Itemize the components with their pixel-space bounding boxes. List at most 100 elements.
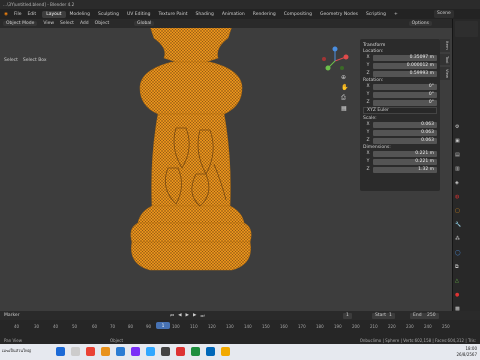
rotation-mode-dropdown[interactable]: XYZ Euler bbox=[363, 107, 437, 114]
outliner-area[interactable] bbox=[455, 21, 478, 37]
start-frame-field[interactable]: 1 bbox=[386, 312, 395, 319]
menu-edit[interactable]: Edit bbox=[27, 12, 36, 17]
dimensions-x-row[interactable]: X 0.221 m bbox=[363, 150, 437, 157]
modifier-props-icon[interactable]: 🔧 bbox=[455, 222, 461, 228]
scene-selector[interactable]: Scene bbox=[434, 10, 454, 18]
scale-z-row[interactable]: Z 0.063 bbox=[363, 137, 437, 144]
blender-icon[interactable] bbox=[101, 347, 110, 356]
tab-item[interactable]: Item bbox=[440, 39, 450, 52]
sheets-icon[interactable] bbox=[191, 347, 200, 356]
play-icon[interactable]: ▶ bbox=[186, 313, 189, 319]
zoom-icon[interactable]: ⊕ bbox=[341, 74, 348, 81]
taskbar-apps bbox=[50, 347, 230, 356]
transform-header[interactable]: Transform bbox=[363, 43, 437, 48]
select-tool[interactable]: Select bbox=[4, 58, 18, 63]
menu-object[interactable]: Object bbox=[95, 21, 110, 26]
menu-select[interactable]: Select bbox=[60, 21, 74, 26]
options-dropdown[interactable]: Options bbox=[408, 21, 432, 26]
menu-view[interactable]: View bbox=[43, 21, 54, 26]
dimensions-z-row[interactable]: Z 1.32 m bbox=[363, 166, 437, 173]
search-icon[interactable] bbox=[71, 347, 80, 356]
outliner-properties-panel[interactable]: ⚙ ▣ ▤ ▥ ◈ ◍ ▢ 🔧 ⁂ ◯ ⧉ △ ● ▩ bbox=[452, 19, 480, 312]
current-frame-field[interactable]: 1 bbox=[343, 312, 352, 319]
properties-tabs: ⚙ ▣ ▤ ▥ ◈ ◍ ▢ 🔧 ⁂ ◯ ⧉ △ ● ▩ bbox=[455, 124, 461, 312]
rotation-z-row[interactable]: Z 0° bbox=[363, 99, 437, 106]
mode-dropdown[interactable]: Object Mode bbox=[3, 21, 38, 26]
tick: 130 bbox=[226, 324, 234, 329]
prev-key-icon[interactable]: ◀ bbox=[178, 313, 181, 319]
location-x-row[interactable]: X 0.35097 m bbox=[363, 54, 437, 61]
blender-logo-icon[interactable]: ◉ bbox=[4, 12, 8, 17]
tool-props-icon[interactable]: ⚙ bbox=[455, 124, 461, 130]
tab-sculpting[interactable]: Sculpting bbox=[94, 11, 123, 18]
title-bar: ...\3Y\untitled.blend] - Blender 4.2 bbox=[0, 0, 480, 9]
physics-props-icon[interactable]: ◯ bbox=[455, 250, 461, 256]
tab-layout[interactable]: Layout bbox=[42, 10, 66, 18]
explorer-icon[interactable] bbox=[116, 347, 125, 356]
dimensions-y-row[interactable]: Y 0.221 m bbox=[363, 158, 437, 165]
status-middle: Object bbox=[109, 338, 124, 343]
location-y-row[interactable]: Y 0.000012 m bbox=[363, 62, 437, 69]
terminal-icon[interactable] bbox=[161, 347, 170, 356]
world-props-icon[interactable]: ◍ bbox=[455, 194, 461, 200]
tick: 210 bbox=[370, 324, 378, 329]
menu-add[interactable]: Add bbox=[80, 21, 89, 26]
tab-animation[interactable]: Animation bbox=[218, 11, 249, 18]
scale-y-row[interactable]: Y 0.063 bbox=[363, 129, 437, 136]
frame-cursor[interactable]: 1 bbox=[156, 322, 170, 329]
rotation-x-row[interactable]: X 0° bbox=[363, 83, 437, 90]
menu-file[interactable]: File bbox=[14, 12, 22, 17]
view-layer-icon[interactable]: ▥ bbox=[455, 166, 461, 172]
object-props-icon[interactable]: ▢ bbox=[455, 208, 461, 214]
edge-icon[interactable] bbox=[206, 347, 215, 356]
playback-controls: ⏮ ◀ ▶ ▶ ⏭ bbox=[170, 313, 205, 319]
tick: 160 bbox=[280, 324, 288, 329]
os-taskbar: เมฆเป็นส่วนใหญ่ 18:00 26/8/2567 bbox=[0, 344, 480, 360]
tab-geometry-nodes[interactable]: Geometry Nodes bbox=[316, 11, 362, 18]
status-left: Pan View bbox=[4, 338, 22, 343]
timeline-marker-menu[interactable]: Marker bbox=[4, 313, 20, 318]
output-props-icon[interactable]: ▤ bbox=[455, 152, 461, 158]
tab-rendering[interactable]: Rendering bbox=[249, 11, 280, 18]
photoshop-icon[interactable] bbox=[146, 347, 155, 356]
pan-hand-icon[interactable]: ✋ bbox=[341, 84, 348, 91]
main-menu: ◉ File Edit bbox=[0, 12, 36, 17]
tick: 40 bbox=[53, 324, 59, 329]
tab-modeling[interactable]: Modeling bbox=[66, 11, 94, 18]
tab-tool[interactable]: Tool bbox=[440, 53, 450, 66]
particles-props-icon[interactable]: ⁂ bbox=[455, 236, 461, 242]
weather-widget[interactable]: เมฆเป็นส่วนใหญ่ bbox=[2, 347, 31, 354]
jump-end-icon[interactable]: ⏭ bbox=[200, 313, 204, 319]
camera-icon[interactable]: ⎙ bbox=[341, 94, 348, 102]
app-icon[interactable] bbox=[131, 347, 140, 356]
scale-x-row[interactable]: X 0.063 bbox=[363, 121, 437, 128]
end-label: End bbox=[410, 312, 425, 319]
tab-compositing[interactable]: Compositing bbox=[280, 11, 316, 18]
grid-icon[interactable]: ▦ bbox=[341, 105, 348, 112]
rotation-y-row[interactable]: Y 0° bbox=[363, 91, 437, 98]
navigation-gizmo[interactable] bbox=[320, 46, 350, 76]
scene-props-icon[interactable]: ◈ bbox=[455, 180, 461, 186]
clock[interactable]: 18:00 26/8/2567 bbox=[456, 346, 477, 358]
tab-view[interactable]: View bbox=[440, 67, 450, 81]
start-icon[interactable] bbox=[56, 347, 65, 356]
tab-shading[interactable]: Shading bbox=[192, 11, 218, 18]
select-box-dropdown[interactable]: Select Box bbox=[23, 58, 47, 63]
data-props-icon[interactable]: △ bbox=[455, 278, 461, 284]
timeline-ruler[interactable]: 40 30 40 50 60 70 80 90 100 110 120 130 … bbox=[0, 320, 480, 337]
chrome-icon[interactable] bbox=[86, 347, 95, 356]
add-workspace-button[interactable]: + bbox=[390, 11, 402, 18]
tab-texture-paint[interactable]: Texture Paint bbox=[154, 11, 191, 18]
material-props-icon[interactable]: ● bbox=[455, 292, 461, 298]
jump-start-icon[interactable]: ⏮ bbox=[170, 313, 174, 319]
location-z-row[interactable]: Z 0.59993 m bbox=[363, 70, 437, 77]
next-key-icon[interactable]: ▶ bbox=[193, 313, 196, 319]
media-icon[interactable] bbox=[176, 347, 185, 356]
constraints-props-icon[interactable]: ⧉ bbox=[455, 264, 461, 270]
end-frame-field[interactable]: 250 bbox=[424, 312, 439, 319]
tab-uv-editing[interactable]: UV Editing bbox=[123, 11, 154, 18]
tab-scripting[interactable]: Scripting bbox=[362, 11, 390, 18]
folder-icon[interactable] bbox=[221, 347, 230, 356]
orientation-dropdown[interactable]: Global bbox=[134, 21, 155, 26]
render-props-icon[interactable]: ▣ bbox=[455, 138, 461, 144]
